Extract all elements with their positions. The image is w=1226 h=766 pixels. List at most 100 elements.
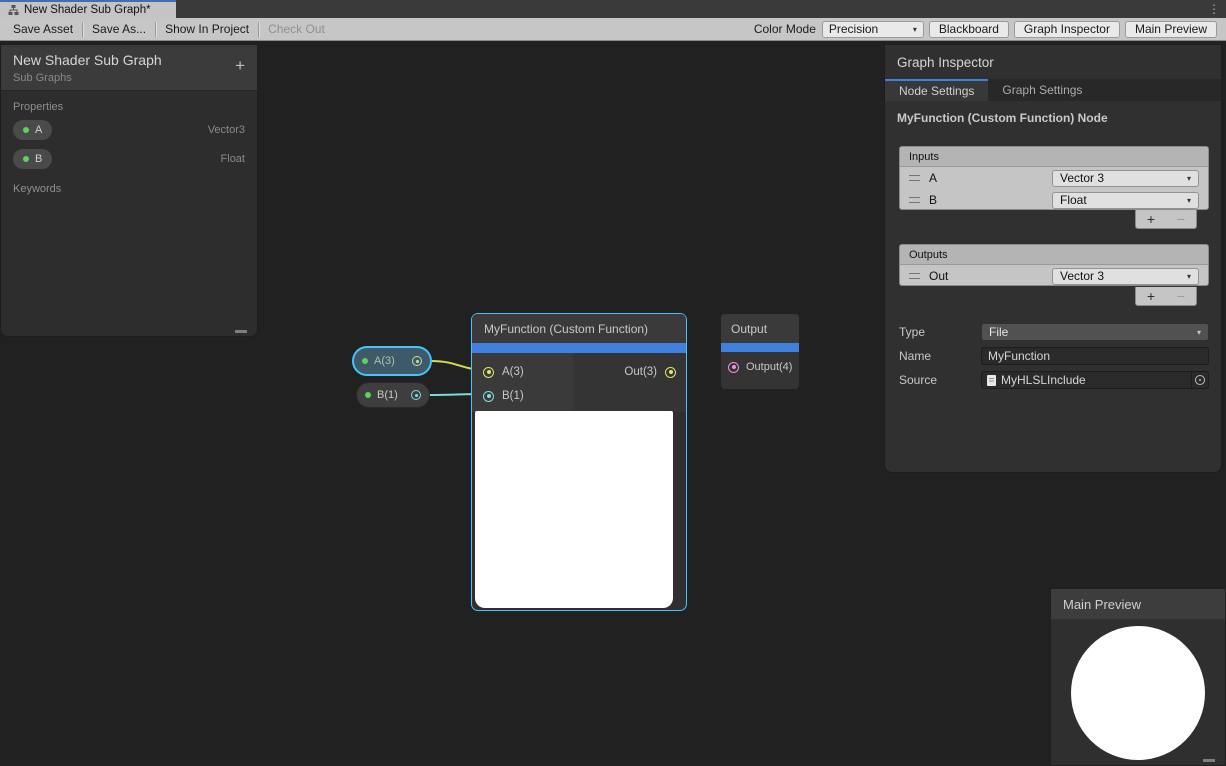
add-input-button[interactable]: + — [1147, 212, 1155, 226]
outputs-row-out[interactable]: Out Vector 3 ▾ — [900, 265, 1208, 287]
properties-section-label: Properties — [13, 101, 245, 113]
output-name: Out — [929, 269, 948, 283]
remove-output-button[interactable]: − — [1177, 289, 1185, 303]
drag-handle-icon[interactable] — [909, 197, 920, 203]
outputs-list: Outputs Out Vector 3 ▾ — [899, 244, 1209, 286]
tab-node-settings[interactable]: Node Settings — [885, 79, 988, 101]
node-title[interactable]: Output — [721, 314, 799, 343]
drag-handle-icon[interactable] — [909, 175, 920, 181]
custom-function-node[interactable]: MyFunction (Custom Function) A(3) B(1) O… — [471, 313, 687, 611]
port-label: Output(4) — [746, 361, 792, 373]
port-icon[interactable] — [483, 391, 494, 402]
type-value: File — [989, 325, 1008, 339]
input-name: B — [929, 193, 937, 207]
blackboard-subtitle: Sub Graphs — [13, 72, 245, 84]
graph-inspector-toggle-button[interactable]: Graph Inspector — [1014, 21, 1120, 38]
name-label: Name — [899, 349, 931, 363]
save-as-button[interactable]: Save As... — [83, 18, 155, 40]
blackboard-toggle-button[interactable]: Blackboard — [929, 21, 1009, 38]
property-name: A — [35, 124, 42, 136]
property-node-b[interactable]: B(1) — [356, 382, 430, 408]
exposed-dot-icon — [362, 358, 368, 364]
add-property-button[interactable]: + — [235, 57, 245, 74]
add-output-button[interactable]: + — [1147, 289, 1155, 303]
input-type-dropdown[interactable]: Float ▾ — [1052, 192, 1199, 209]
port-label: B(1) — [502, 390, 524, 402]
save-asset-button[interactable]: Save Asset — [4, 18, 82, 40]
output-port-out[interactable]: Out(3) — [624, 364, 676, 380]
graph-document-tab[interactable]: New Shader Sub Graph* — [0, 0, 176, 18]
blackboard-resize-handle[interactable] — [235, 330, 247, 333]
subgraph-icon — [8, 5, 19, 16]
keywords-section-label: Keywords — [13, 183, 245, 195]
tab-title: New Shader Sub Graph* — [24, 4, 151, 16]
property-pill[interactable]: B — [13, 149, 52, 169]
port-icon[interactable] — [728, 362, 739, 373]
kebab-menu-icon[interactable]: ⋮ — [1208, 1, 1220, 17]
exposed-dot-icon — [23, 127, 29, 133]
name-field-row: Name — [885, 347, 1221, 366]
color-mode-label: Color Mode — [754, 22, 816, 36]
file-icon — [987, 375, 996, 386]
input-name: A — [929, 171, 937, 185]
exposed-dot-icon — [365, 392, 371, 398]
name-field-wrap — [981, 347, 1209, 365]
source-value: MyHLSLInclude — [1001, 373, 1086, 387]
main-preview-toggle-button[interactable]: Main Preview — [1125, 21, 1217, 38]
blackboard-panel: New Shader Sub Graph Sub Graphs + Proper… — [0, 44, 258, 337]
type-dropdown[interactable]: File ▾ — [981, 323, 1209, 341]
property-node-a[interactable]: A(3) — [352, 346, 432, 376]
input-port-a[interactable]: A(3) — [472, 360, 573, 384]
source-label: Source — [899, 373, 937, 387]
node-body: A(3) B(1) Out(3) — [472, 353, 686, 412]
chevron-down-icon: ▾ — [1197, 328, 1201, 337]
input-port-b[interactable]: B(1) — [472, 384, 573, 408]
property-row-b[interactable]: B Float — [1, 144, 257, 173]
color-mode-dropdown[interactable]: Precision ▾ — [822, 21, 924, 38]
object-picker-button[interactable] — [1191, 372, 1208, 388]
exposed-dot-icon — [23, 156, 29, 162]
tab-bar: New Shader Sub Graph* ⋮ — [0, 0, 1226, 18]
node-preview[interactable] — [475, 411, 673, 608]
output-port-row[interactable]: Output(4) — [721, 352, 799, 373]
source-object-field[interactable]: MyHLSLInclude — [981, 371, 1209, 389]
inputs-list: Inputs A Vector 3 ▾ B Float ▾ — [899, 146, 1209, 210]
property-name: B — [35, 153, 42, 165]
inputs-list-header: Inputs — [900, 147, 1208, 167]
blackboard-header: New Shader Sub Graph Sub Graphs + — [1, 45, 257, 91]
property-pill[interactable]: A — [13, 120, 52, 140]
port-icon[interactable] — [665, 367, 676, 378]
color-mode-value: Precision — [829, 22, 878, 36]
property-type: Float — [221, 153, 245, 165]
port-label: A(3) — [502, 366, 524, 378]
object-picker-icon — [1195, 375, 1205, 385]
tab-graph-settings[interactable]: Graph Settings — [988, 79, 1096, 101]
shader-preview-sphere[interactable] — [1071, 626, 1205, 760]
chevron-down-icon: ▾ — [913, 25, 917, 34]
node-output-column: Out(3) — [573, 353, 686, 412]
port-icon[interactable] — [483, 367, 494, 378]
property-node-label: A(3) — [374, 355, 395, 367]
blackboard-title: New Shader Sub Graph — [13, 52, 245, 68]
drag-handle-icon[interactable] — [909, 273, 920, 279]
inputs-row-b[interactable]: B Float ▾ — [900, 189, 1208, 211]
port-b-out[interactable] — [411, 390, 421, 400]
port-a-out[interactable] — [412, 356, 422, 366]
inspector-tabs: Node Settings Graph Settings — [885, 79, 1221, 101]
inputs-row-a[interactable]: A Vector 3 ▾ — [900, 167, 1208, 189]
main-preview-resize-handle[interactable] — [1203, 759, 1215, 762]
show-in-project-button[interactable]: Show In Project — [156, 18, 258, 40]
node-title[interactable]: MyFunction (Custom Function) — [472, 314, 686, 343]
remove-input-button[interactable]: − — [1177, 212, 1185, 226]
main-preview-title: Main Preview — [1051, 589, 1225, 619]
property-row-a[interactable]: A Vector3 — [1, 115, 257, 144]
main-preview-panel: Main Preview — [1050, 588, 1226, 766]
input-type-value: Float — [1060, 193, 1087, 207]
input-type-dropdown[interactable]: Vector 3 ▾ — [1052, 170, 1199, 187]
precision-color-bar — [472, 343, 686, 353]
output-node[interactable]: Output Output(4) — [720, 313, 800, 390]
outputs-list-header: Outputs — [900, 245, 1208, 265]
output-type-dropdown[interactable]: Vector 3 ▾ — [1052, 268, 1199, 285]
precision-color-bar — [721, 343, 799, 352]
name-field[interactable] — [981, 347, 1209, 365]
